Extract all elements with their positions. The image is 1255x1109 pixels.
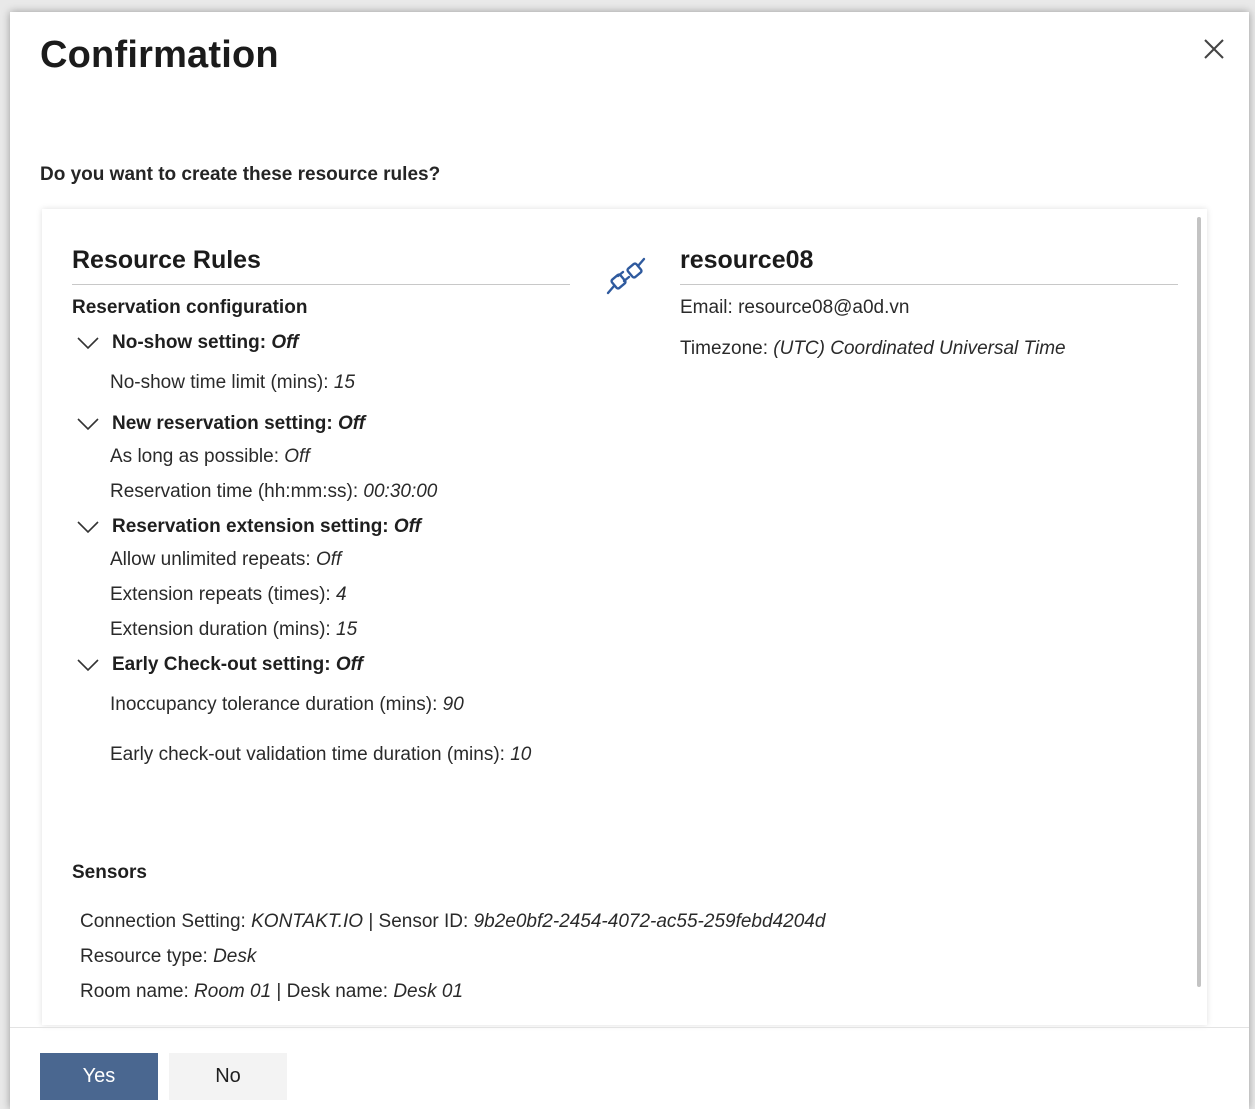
no-show-setting-label: No-show setting:	[112, 332, 267, 353]
early-checkout-setting-toggle[interactable]: Early Check-out setting: Off	[76, 652, 570, 678]
detail-value: 4	[335, 584, 347, 605]
sensor-id-label: Sensor ID:	[378, 911, 474, 932]
reservation-extension-setting-toggle[interactable]: Reservation extension setting: Off	[76, 514, 570, 540]
scrollbar[interactable]	[1191, 209, 1207, 1025]
separator: |	[363, 911, 379, 932]
rules-summary-panel: Resource Rules Reservation configuration…	[42, 209, 1207, 1025]
separator: |	[271, 981, 287, 1002]
reservation-configuration-title: Reservation configuration	[72, 297, 308, 318]
reservation-extension-setting-value: Off	[393, 516, 421, 537]
detail-label: Reservation time (hh:mm:ss):	[110, 481, 364, 502]
no-show-time-limit: No-show time limit (mins): 15	[110, 372, 570, 394]
sensor-connection-line: Connection Setting: KONTAKT.IO | Sensor …	[80, 911, 825, 933]
close-button[interactable]	[1201, 36, 1227, 62]
detail-label: Extension repeats (times):	[110, 584, 336, 605]
detail-label: As long as possible:	[110, 446, 285, 467]
close-icon	[1204, 39, 1224, 59]
chevron-down-icon	[77, 521, 99, 534]
extension-duration: Extension duration (mins): 15	[110, 619, 570, 641]
timezone-value: (UTC) Coordinated Universal Time	[773, 338, 1066, 359]
detail-label: Inoccupancy tolerance duration (mins):	[110, 694, 443, 715]
detail-value: 15	[336, 619, 358, 640]
email-label: Email:	[680, 297, 739, 318]
early-checkout-setting-label: Early Check-out setting:	[112, 654, 331, 675]
dialog-title: Confirmation	[40, 34, 279, 76]
connection-value: KONTAKT.IO	[251, 911, 364, 932]
timezone-label: Timezone:	[680, 338, 774, 359]
early-checkout-setting-value: Off	[335, 654, 363, 675]
footer-divider	[10, 1027, 1249, 1028]
chevron-down-icon	[77, 418, 99, 431]
detail-value: 00:30:00	[363, 481, 438, 502]
detail-value: 90	[442, 694, 464, 715]
detail-label: Allow unlimited repeats:	[110, 549, 316, 570]
detail-value: 15	[333, 372, 355, 393]
no-show-setting-toggle[interactable]: No-show setting: Off	[76, 330, 570, 356]
chevron-down-icon	[77, 659, 99, 672]
resource-timezone: Timezone: (UTC) Coordinated Universal Ti…	[680, 338, 1178, 360]
allow-unlimited-repeats: Allow unlimited repeats: Off	[110, 549, 570, 571]
early-checkout-validation-duration: Early check-out validation time duration…	[110, 741, 570, 769]
detail-value: 10	[510, 744, 532, 765]
new-reservation-setting-value: Off	[337, 413, 366, 434]
new-reservation-setting-toggle[interactable]: New reservation setting: Off	[76, 411, 570, 437]
extension-repeats: Extension repeats (times): 4	[110, 584, 570, 606]
confirmation-question: Do you want to create these resource rul…	[40, 164, 441, 185]
new-reservation-setting-label: New reservation setting:	[112, 413, 333, 434]
no-show-setting-value: Off	[271, 332, 299, 353]
yes-button[interactable]: Yes	[40, 1053, 158, 1100]
resource-name-title: resource08	[680, 246, 1178, 285]
resource-info-section: resource08 Email: resource08@a0d.vn Time…	[680, 246, 1178, 360]
resource-rules-section: Resource Rules Reservation configuration…	[72, 246, 570, 769]
sensors-title: Sensors	[72, 862, 147, 883]
room-desk-line: Room name: Room 01 | Desk name: Desk 01	[80, 981, 463, 1003]
room-label: Room name:	[80, 981, 195, 1002]
no-button[interactable]: No	[169, 1053, 287, 1100]
email-value: resource08@a0d.vn	[738, 297, 910, 318]
detail-label: Extension duration (mins):	[110, 619, 336, 640]
resource-type-value: Desk	[213, 946, 257, 967]
sensor-id-value: 9b2e0bf2-2454-4072-ac55-259febd4204d	[473, 911, 826, 932]
confirmation-dialog: Confirmation Do you want to create these…	[10, 12, 1249, 1109]
room-value: Room 01	[194, 981, 272, 1002]
resource-email: Email: resource08@a0d.vn	[680, 297, 1178, 319]
detail-label: No-show time limit (mins):	[110, 372, 334, 393]
detail-value: Off	[315, 549, 342, 570]
desk-label: Desk name:	[286, 981, 394, 1002]
resource-rules-title: Resource Rules	[72, 246, 570, 285]
reservation-time: Reservation time (hh:mm:ss): 00:30:00	[110, 481, 570, 503]
link-icon	[602, 253, 650, 301]
resource-type-line: Resource type: Desk	[80, 946, 256, 968]
plug-link-icon	[606, 257, 646, 295]
chevron-down-icon	[77, 337, 99, 350]
as-long-as-possible: As long as possible: Off	[110, 446, 570, 468]
detail-label: Early check-out validation time duration…	[110, 744, 511, 765]
scrollbar-thumb[interactable]	[1197, 217, 1201, 987]
reservation-extension-setting-label: Reservation extension setting:	[112, 516, 389, 537]
inoccupancy-tolerance-duration: Inoccupancy tolerance duration (mins): 9…	[110, 694, 570, 716]
connection-label: Connection Setting:	[80, 911, 252, 932]
detail-value: Off	[284, 446, 310, 467]
resource-type-label: Resource type:	[80, 946, 214, 967]
desk-value: Desk 01	[393, 981, 464, 1002]
